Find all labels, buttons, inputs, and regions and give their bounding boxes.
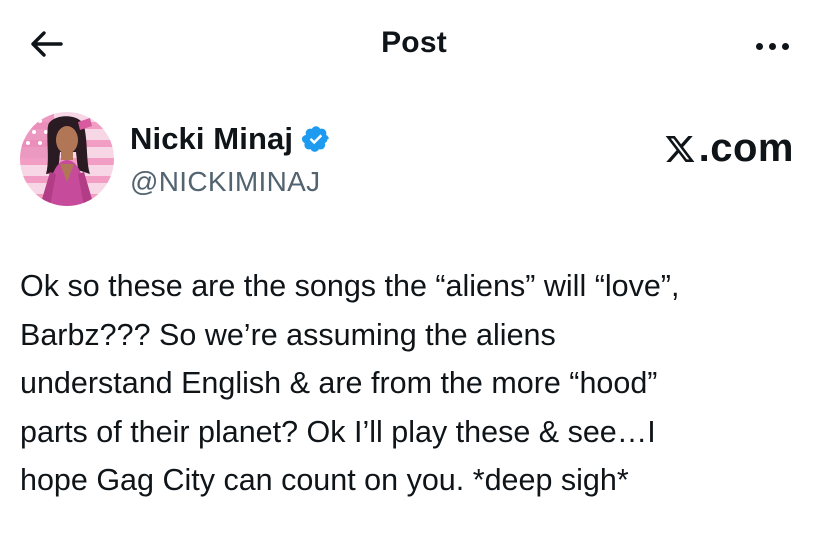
avatar-image <box>20 112 114 206</box>
page-title: Post <box>381 26 447 59</box>
top-bar: Post <box>0 0 828 90</box>
author-block: Nicki Minaj @NICKIMINAJ <box>130 120 331 198</box>
post-text-line: Barbz??? So we’re assuming the aliens <box>20 317 556 352</box>
post-text-line: understand English & are from the more “… <box>20 366 658 400</box>
post-text-line: hope Gag City can count on you. *deep si… <box>20 463 629 497</box>
more-dot <box>768 42 776 50</box>
x-logo-icon <box>663 133 697 165</box>
source-label: .com <box>698 126 794 170</box>
verified-badge-icon[interactable] <box>301 124 331 154</box>
author-name[interactable]: Nicki Minaj <box>130 121 293 157</box>
post-text: Ok so these are the songs the “aliens” w… <box>20 262 820 505</box>
more-options-button[interactable] <box>744 28 800 64</box>
more-dot <box>781 42 789 50</box>
author-handle[interactable]: @NICKIMINAJ <box>130 166 331 198</box>
source-watermark: .com <box>663 126 794 171</box>
avatar[interactable] <box>20 112 114 206</box>
author-name-row: Nicki Minaj <box>130 120 331 158</box>
post-text-line: Ok so these are the songs the “aliens” w… <box>20 269 680 303</box>
post-text-line: parts of their planet? Ok I’ll play thes… <box>20 414 656 449</box>
more-horizontal-icon <box>755 42 763 50</box>
